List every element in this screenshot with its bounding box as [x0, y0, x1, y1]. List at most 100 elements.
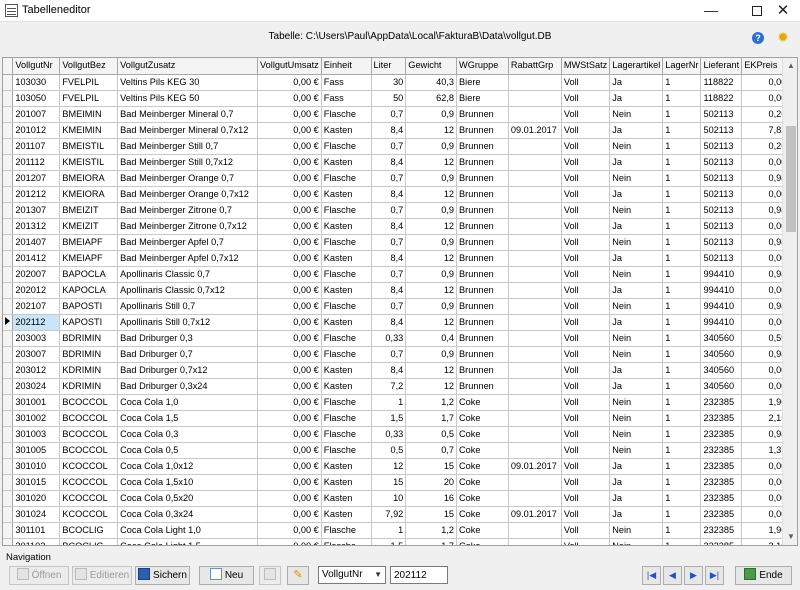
table-cell[interactable]: 1 [662, 266, 702, 283]
row-indicator[interactable] [3, 410, 14, 427]
last-record-button[interactable]: ▶| [705, 566, 724, 585]
table-cell[interactable]: 20 [405, 474, 458, 491]
table-cell[interactable]: Coke [456, 410, 509, 427]
table-cell[interactable]: Voll [561, 106, 611, 123]
table-cell[interactable]: 1 [662, 506, 702, 523]
table-cell[interactable]: 201207 [12, 170, 61, 187]
table-cell[interactable]: 232385 [700, 490, 743, 507]
row-indicator[interactable] [3, 266, 14, 283]
table-cell[interactable]: Brunnen [456, 186, 509, 203]
table-cell[interactable]: Coca Cola 0,5 [117, 442, 259, 459]
table-cell[interactable]: BAPOSTI [59, 298, 119, 315]
row-indicator[interactable] [3, 202, 14, 219]
table-cell[interactable]: Ja [609, 490, 664, 507]
table-cell[interactable]: Kasten [321, 282, 372, 299]
table-cell[interactable]: 1 [371, 394, 407, 411]
table-cell[interactable]: 0,00 € [257, 458, 322, 475]
table-cell[interactable]: 8,4 [371, 282, 407, 299]
table-cell[interactable]: Flasche [321, 138, 372, 155]
table-cell[interactable]: 1 [662, 154, 702, 171]
table-cell[interactable]: 0,9 [405, 266, 458, 283]
table-cell[interactable] [508, 522, 562, 539]
table-cell[interactable]: Brunnen [456, 234, 509, 251]
row-indicator[interactable] [3, 378, 14, 395]
table-cell[interactable] [508, 298, 562, 315]
table-cell[interactable]: 301005 [12, 442, 61, 459]
table-cell[interactable]: 502113 [700, 122, 743, 139]
table-cell[interactable] [508, 250, 562, 267]
new-button[interactable]: Neu [199, 566, 254, 585]
table-cell[interactable]: BMEIORA [59, 170, 119, 187]
table-row[interactable]: 203003 BDRIMIN Bad Driburger 0,3 0,00 € Flas… [3, 330, 797, 347]
table-cell[interactable]: 1 [662, 522, 702, 539]
table-cell[interactable]: Kasten [321, 314, 372, 331]
table-cell[interactable]: 1,5 [371, 538, 407, 545]
table-cell[interactable]: 1 [662, 426, 702, 443]
table-cell[interactable]: Coca Cola 1,0 [117, 394, 259, 411]
table-cell[interactable]: 1 [662, 378, 702, 395]
column-header[interactable]: Einheit [321, 58, 372, 75]
table-cell[interactable]: 1 [662, 314, 702, 331]
table-cell[interactable]: Brunnen [456, 218, 509, 235]
table-cell[interactable]: Coca Cola 1,5x10 [117, 474, 259, 491]
row-indicator[interactable] [3, 218, 14, 235]
table-cell[interactable]: Bad Meinberger Mineral 0,7x12 [117, 122, 259, 139]
table-cell[interactable]: 0,5 [405, 426, 458, 443]
table-row[interactable]: 201312 KMEIZIT Bad Meinberger Zitrone 0,7x… [3, 218, 797, 235]
exit-button[interactable]: Ende [735, 566, 792, 585]
column-header[interactable]: MWStSatz [561, 58, 611, 75]
table-cell[interactable]: Ja [609, 186, 664, 203]
table-cell[interactable]: 12 [405, 282, 458, 299]
table-cell[interactable]: 15 [405, 506, 458, 523]
table-row[interactable]: 201307 BMEIZIT Bad Meinberger Zitrone 0,7 0… [3, 202, 797, 219]
table-cell[interactable]: 0,00 € [257, 122, 322, 139]
scroll-up-arrow-icon[interactable]: ▲ [783, 58, 797, 74]
table-cell[interactable]: 8,4 [371, 218, 407, 235]
table-cell[interactable]: 0,7 [371, 298, 407, 315]
table-cell[interactable]: Voll [561, 474, 611, 491]
column-header[interactable]: VollgutZusatz [117, 58, 259, 75]
table-cell[interactable]: 0,00 € [257, 522, 322, 539]
table-cell[interactable]: Voll [561, 266, 611, 283]
table-cell[interactable]: Voll [561, 282, 611, 299]
table-cell[interactable]: Nein [609, 298, 664, 315]
table-cell[interactable]: Voll [561, 170, 611, 187]
table-cell[interactable]: Coke [456, 538, 509, 545]
table-cell[interactable]: Nein [609, 522, 664, 539]
table-cell[interactable]: Brunnen [456, 170, 509, 187]
table-cell[interactable]: BCOCCOL [59, 442, 119, 459]
table-row[interactable]: 103030 FVELPIL Veltins Pils KEG 30 0,00 € Fa… [3, 74, 797, 91]
minimize-button[interactable]: — [694, 0, 728, 22]
table-cell[interactable]: Coca Cola 0,3x24 [117, 506, 259, 523]
table-cell[interactable]: Coke [456, 426, 509, 443]
table-cell[interactable]: Coca Cola 1,0x12 [117, 458, 259, 475]
table-cell[interactable]: 202107 [12, 298, 61, 315]
table-cell[interactable]: Bad Meinberger Apfel 0,7x12 [117, 250, 259, 267]
delete-button[interactable] [259, 566, 281, 585]
table-cell[interactable]: 0,00 € [257, 474, 322, 491]
table-cell[interactable]: Ja [609, 474, 664, 491]
table-cell[interactable]: KCOCCOL [59, 490, 119, 507]
table-cell[interactable]: Ja [609, 154, 664, 171]
table-cell[interactable]: Flasche [321, 234, 372, 251]
table-cell[interactable]: 1 [662, 202, 702, 219]
table-cell[interactable]: BCOCCOL [59, 394, 119, 411]
table-cell[interactable]: Coke [456, 506, 509, 523]
table-cell[interactable]: 502113 [700, 186, 743, 203]
table-cell[interactable]: 0,00 € [257, 410, 322, 427]
column-header[interactable]: Gewicht [405, 58, 458, 75]
table-cell[interactable] [508, 346, 562, 363]
table-cell[interactable]: 232385 [700, 458, 743, 475]
table-cell[interactable]: Flasche [321, 522, 372, 539]
table-cell[interactable]: 502113 [700, 202, 743, 219]
table-row[interactable]: 301101 BCOCLIG Coca Cola Light 1,0 0,00 € Fl… [3, 522, 797, 539]
table-cell[interactable]: FVELPIL [59, 90, 119, 107]
table-cell[interactable] [508, 314, 562, 331]
table-row[interactable]: 301001 BCOCCOL Coca Cola 1,0 0,00 € Flasche 1… [3, 394, 797, 411]
table-cell[interactable]: 0,00 € [257, 186, 322, 203]
table-cell[interactable]: Brunnen [456, 314, 509, 331]
table-cell[interactable]: 232385 [700, 410, 743, 427]
table-cell[interactable]: Bad Driburger 0,7 [117, 346, 259, 363]
table-cell[interactable]: Bad Driburger 0,7x12 [117, 362, 259, 379]
row-indicator[interactable] [3, 490, 14, 507]
